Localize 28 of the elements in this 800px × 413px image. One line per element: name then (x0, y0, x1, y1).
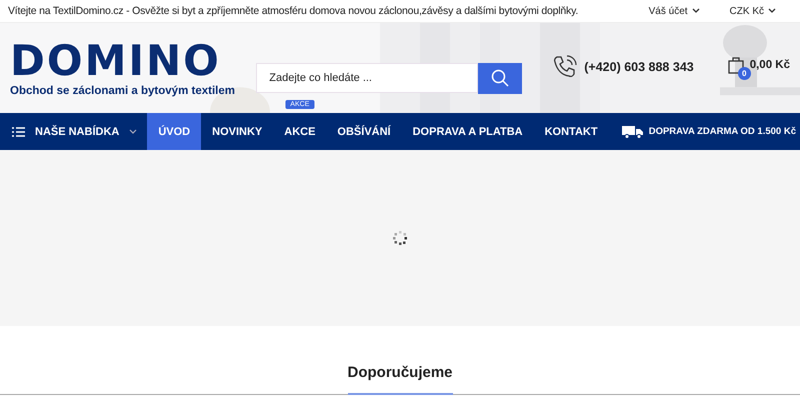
section-heading: Doporučujeme (348, 360, 452, 395)
chevron-down-icon (768, 8, 776, 14)
welcome-message: Vítejte na TextilDomino.cz - Osvěžte si byt a zpříjemněte atmosféru domova novou záclonou,závěsy a dalšími bytovými doplňky. (8, 5, 578, 17)
nav-link[interactable]: DOPRAVA A PLATBA (402, 113, 534, 150)
logo[interactable]: DOMINO Obchod se záclonami a bytovým textilem (10, 39, 256, 97)
nav-link[interactable]: AKCE (273, 113, 326, 150)
nav-link[interactable]: ÚVOD (147, 113, 202, 150)
free-shipping-notice: DOPRAVA ZDARMA OD 1.500 Kč (648, 126, 796, 137)
truck-icon (622, 124, 644, 138)
logo-tagline: Obchod se záclonami a bytovým textilem (10, 85, 236, 97)
phone-number[interactable]: (+420) 603 888 343 (584, 60, 694, 74)
search-field[interactable]: Zadejte co hledáte ... (256, 62, 478, 92)
chevron-down-icon (129, 128, 138, 134)
list-icon (12, 126, 25, 136)
currency-dropdown[interactable]: CZK Kč (730, 6, 776, 16)
search-button[interactable] (478, 62, 522, 94)
phone-icon (552, 54, 578, 80)
account-dropdown[interactable]: Váš účet (648, 6, 700, 16)
chevron-down-icon (692, 8, 700, 14)
nav-link[interactable]: KONTAKT (534, 113, 609, 150)
category-menu-button[interactable]: NAŠE NABÍDKA (0, 113, 148, 150)
loading-spinner-icon (393, 231, 407, 245)
nav-link[interactable]: OBŠÍVÁNÍ (326, 113, 402, 150)
search-icon (491, 69, 510, 87)
logo-wordmark: DOMINO (10, 39, 221, 83)
cart-total[interactable]: 0,00 Kč (750, 59, 790, 71)
nav-link[interactable]: NOVINKY (201, 113, 274, 150)
shopping-bag-icon[interactable] (728, 56, 744, 74)
